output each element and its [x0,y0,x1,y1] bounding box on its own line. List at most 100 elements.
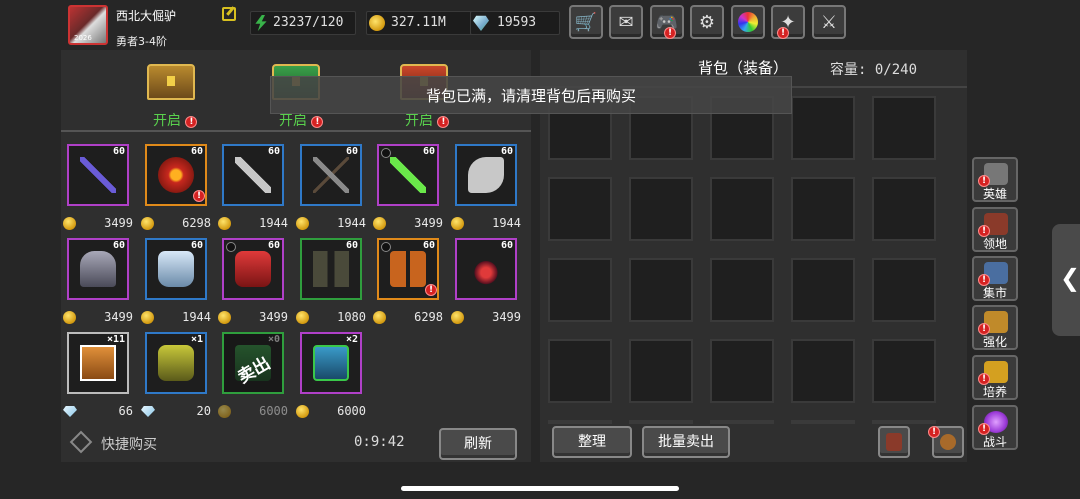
lock-icon [381,148,391,158]
backpack-slot[interactable] [872,96,936,160]
player-avatar[interactable]: 2026 [68,5,108,45]
shop-item-crossbow[interactable]: 60 [300,144,362,206]
shop-item-boots[interactable]: 60 ! [377,238,439,300]
backpack-slot[interactable] [710,339,774,403]
shard-button[interactable]: ✦! [771,5,805,39]
backpack-slot[interactable] [629,258,693,322]
backpack-slot[interactable] [629,177,693,241]
gold-coin-icon [451,311,464,324]
backpack-slot[interactable] [629,420,693,424]
backpack-slot[interactable] [548,420,612,424]
backpack-slot[interactable] [548,258,612,322]
bulk-sell-button[interactable]: 批量卖出 [642,426,730,458]
nav-market[interactable]: ! 集市 [972,256,1018,301]
item-level: 60 [422,146,435,157]
item-level: 60 [345,240,358,251]
shop-item-book[interactable]: ×11 [67,332,129,394]
nav-label: 战斗 [982,435,1007,449]
gold-coin-icon [373,217,386,230]
chest-1-label[interactable]: 开启 ! [153,110,198,130]
backpack-slot[interactable] [710,258,774,322]
gamepad-button[interactable]: 🎮! [650,5,684,39]
pouch-icon [940,434,956,450]
nav-cultivate[interactable]: ! 培养 [972,355,1018,400]
backpack-slot[interactable] [791,420,855,424]
gold-coin-icon [141,311,154,324]
backpack-slot[interactable] [791,96,855,160]
shop-cart-button[interactable]: 🛒 [569,5,603,39]
rune-icon [158,345,194,381]
gold-coin-icon [296,217,309,230]
backpack-slot[interactable] [872,258,936,322]
energy-icon [255,15,267,31]
color-wheel-icon [738,12,758,32]
backpack-slot[interactable] [548,339,612,403]
shop-item-horned-helm[interactable]: 60 [455,238,517,300]
boots-icon [390,251,426,287]
shop-item-blue-chest[interactable]: ×2 [300,332,362,394]
nav-battle[interactable]: ! 战斗 [972,405,1018,450]
axe-icon [468,157,504,193]
lock-icon [381,242,391,252]
shop-item-armor[interactable]: 60 [145,238,207,300]
shop-item-axe[interactable]: 60 [455,144,517,206]
crossbow-icon [313,157,349,193]
nav-hero[interactable]: ! 英雄 [972,157,1018,202]
bag-filter-button[interactable]: ! [928,426,964,458]
backpack-slot[interactable] [791,258,855,322]
backpack-slot[interactable] [791,177,855,241]
shop-item-rune[interactable]: ×1 [145,332,207,394]
shop-item-amulet[interactable]: 60 ! [145,144,207,206]
armor-filter-button[interactable] [878,426,910,458]
book-icon [80,345,116,381]
sort-button[interactable]: 整理 [552,426,632,458]
gold-coin-icon [218,405,231,418]
backpack-slot[interactable] [710,420,774,424]
edit-icon[interactable] [222,7,236,21]
backpack-slot[interactable] [710,177,774,241]
home-indicator[interactable] [401,486,679,491]
refresh-button[interactable]: 刷新 [439,428,517,460]
gem-icon [63,406,77,417]
refresh-timer: 0:9:42 [354,434,405,450]
lock-icon [226,242,236,252]
backpack-slot[interactable] [629,339,693,403]
item-level: 60 [267,146,280,157]
gauntlets-icon [235,251,271,287]
item-level: 60 [500,146,513,157]
gem-icon [141,406,155,417]
shop-item-gauntlets[interactable]: 60 [222,238,284,300]
mail-button[interactable]: ✉ [609,5,643,39]
backpack-slot[interactable] [791,339,855,403]
color-wheel-button[interactable] [731,5,765,39]
chest-1[interactable] [141,58,201,108]
shop-item-helmet[interactable]: 60 [67,238,129,300]
quick-buy-link[interactable]: 快捷购买 [101,434,157,454]
shop-item-dagger[interactable]: 60 [222,144,284,206]
helmet-icon [80,251,116,287]
backpack-slot[interactable] [548,177,612,241]
item-level: 60 [112,240,125,251]
dagger-icon [235,157,271,193]
gem-icon [473,15,489,31]
gold-coin-icon [218,311,231,324]
chevron-left-icon: ❮ [1060,264,1080,292]
battle-button[interactable]: ⚔ [812,5,846,39]
alert-icon: ! [928,426,940,438]
nav-territory[interactable]: ! 领地 [972,207,1018,252]
backpack-slot[interactable] [872,420,936,424]
shop-item-staff[interactable]: 60 [377,144,439,206]
shop-item-pants[interactable]: 60 [300,238,362,300]
nav-enhance[interactable]: ! 强化 [972,305,1018,350]
item-level: 60 [500,240,513,251]
backpack-slot[interactable] [872,339,936,403]
mail-icon: ✉ [618,11,634,33]
side-drawer-handle[interactable]: ❮ [1052,224,1080,336]
armor-icon [158,251,194,287]
settings-button[interactable]: ⚙ [690,5,724,39]
shop-item-scepter[interactable]: 60 [67,144,129,206]
backpack-slot[interactable] [872,177,936,241]
backpack-title: 背包（装备） [698,59,789,77]
gold-coin-icon [296,311,309,324]
shop-item-green-chest[interactable]: ×0 卖出 [222,332,284,394]
